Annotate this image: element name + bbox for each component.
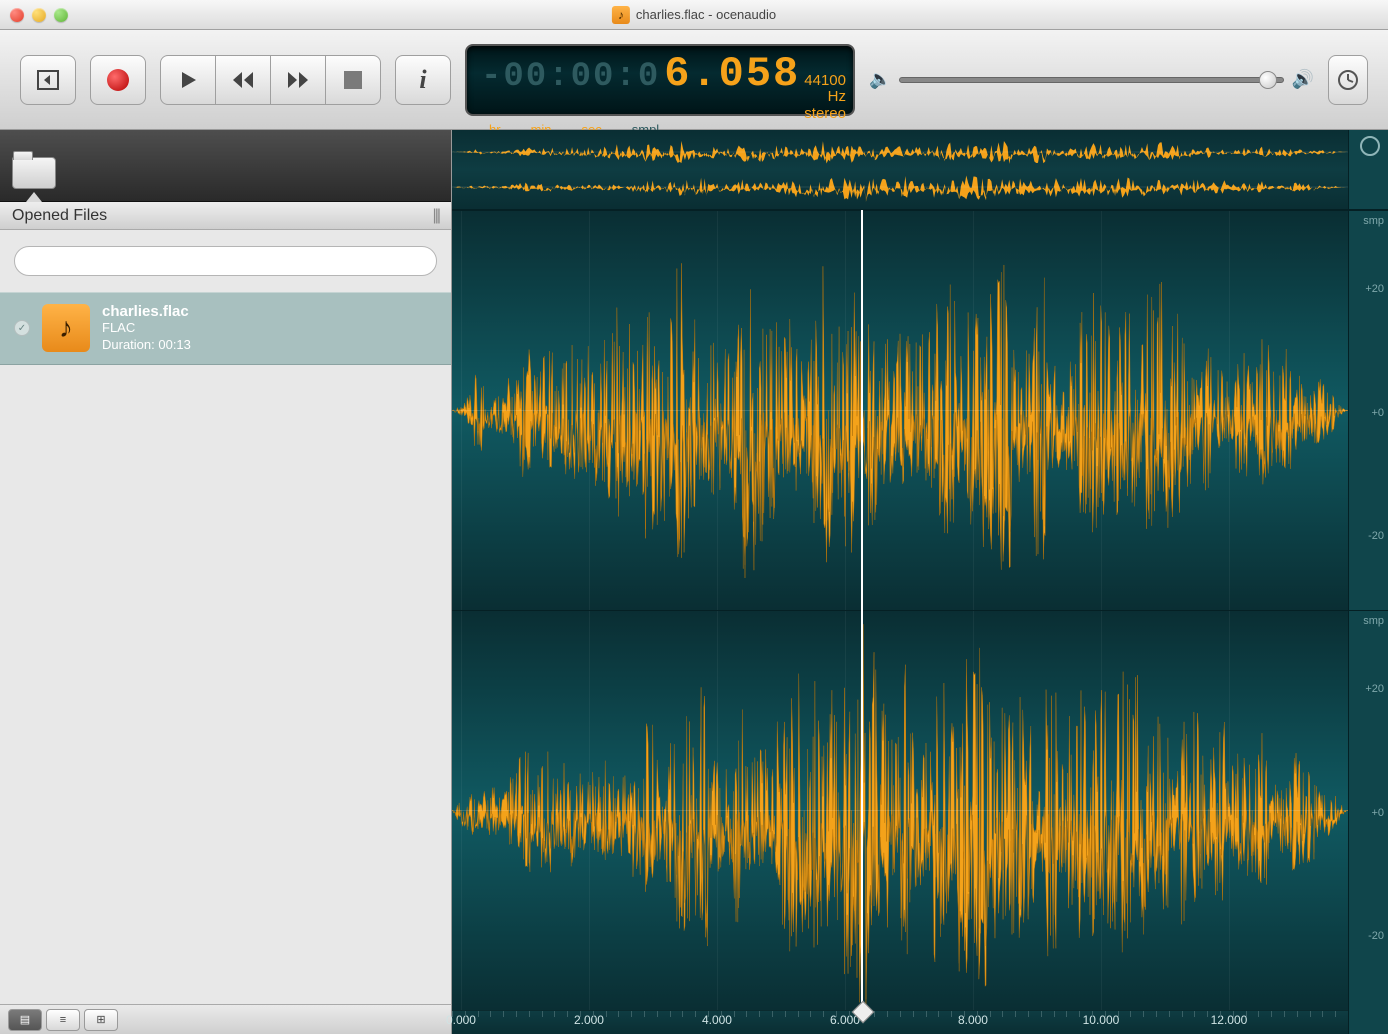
view-list-detail-button[interactable]: ▤: [8, 1009, 42, 1031]
info-icon: i: [419, 65, 426, 95]
time-tick: 4.000: [702, 1013, 732, 1027]
time-ruler[interactable]: 0.0002.0004.0006.0008.00010.00012.000: [452, 1010, 1348, 1034]
check-icon: ✓: [14, 320, 30, 336]
transport-group: [160, 55, 381, 105]
audio-file-icon: ♪: [42, 304, 90, 352]
waveform-area: 0.0002.0004.0006.0008.00010.00012.000: [452, 130, 1348, 1034]
file-duration: Duration: 00:13: [102, 337, 191, 354]
app-icon: ♪: [612, 6, 630, 24]
lcd-channels: stereo: [804, 106, 846, 123]
clock-icon: [1358, 134, 1382, 158]
time-tick: 2.000: [574, 1013, 604, 1027]
play-button[interactable]: [160, 55, 216, 105]
folder-icon: [12, 157, 56, 189]
minimize-icon[interactable]: [32, 8, 46, 22]
sidebar-grip-icon[interactable]: |||: [433, 207, 439, 225]
view-grid-button[interactable]: ⊞: [84, 1009, 118, 1031]
toggle-sidebar-button[interactable]: [20, 55, 76, 105]
time-tick: 10.000: [1083, 1013, 1120, 1027]
volume-slider[interactable]: [899, 77, 1283, 83]
time-tick: 0.000: [446, 1013, 476, 1027]
lcd-format-info: 44100 Hz stereo: [804, 73, 846, 123]
lcd-bright-time: 6.058: [664, 50, 800, 98]
waveform-channel-left[interactable]: [452, 210, 1348, 610]
sidebar-footer: ▤ ≡ ⊞: [0, 1004, 451, 1034]
fast-forward-button[interactable]: [270, 55, 326, 105]
waveform-channel-right[interactable]: [452, 610, 1348, 1010]
volume-thumb[interactable]: [1259, 71, 1277, 89]
clock-button[interactable]: [1328, 55, 1368, 105]
playhead[interactable]: [861, 210, 863, 1010]
zoom-icon[interactable]: [54, 8, 68, 22]
time-tick: 12.000: [1211, 1013, 1248, 1027]
window-titlebar: ♪ charlies.flac - ocenaudio: [0, 0, 1388, 30]
sidebar: Opened Files ||| 🔍 ✓ ♪ charlies.flac FLA…: [0, 130, 452, 1034]
volume-high-icon[interactable]: 🔊: [1292, 69, 1314, 90]
window-title: ♪ charlies.flac - ocenaudio: [612, 6, 776, 24]
sidebar-header: Opened Files |||: [0, 202, 451, 230]
stop-icon: [344, 71, 362, 89]
close-icon[interactable]: [10, 8, 24, 22]
file-format: FLAC: [102, 320, 191, 337]
file-name: charlies.flac: [102, 303, 191, 320]
volume-control: 🔈 🔊: [869, 69, 1314, 90]
lcd-dim-time: -00:00:0: [481, 58, 660, 96]
sidebar-header-title: Opened Files: [12, 207, 107, 225]
volume-low-icon[interactable]: 🔈: [869, 69, 891, 90]
search-input[interactable]: [14, 246, 437, 276]
view-list-button[interactable]: ≡: [46, 1009, 80, 1031]
rewind-button[interactable]: [215, 55, 271, 105]
traffic-lights: [10, 8, 68, 22]
stop-button[interactable]: [325, 55, 381, 105]
sidebar-tabs: [0, 130, 451, 202]
record-icon: [107, 69, 129, 91]
overview-channel-left: [452, 136, 1348, 168]
file-meta: charlies.flac FLAC Duration: 00:13: [102, 303, 191, 354]
window-title-text: charlies.flac - ocenaudio: [636, 7, 776, 22]
info-button[interactable]: i: [395, 55, 451, 105]
time-tick: 8.000: [958, 1013, 988, 1027]
waveform-overview[interactable]: [452, 130, 1348, 210]
record-button[interactable]: [90, 55, 146, 105]
overview-channel-right: [452, 171, 1348, 203]
amplitude-ruler: smp +20 +0 -20 smp +20 +0 -20: [1348, 130, 1388, 1034]
tab-opened-files[interactable]: [12, 157, 66, 201]
list-item[interactable]: ✓ ♪ charlies.flac FLAC Duration: 00:13: [0, 292, 451, 365]
lcd-sample-rate: 44100 Hz: [804, 73, 846, 106]
main-toolbar: i -00:00:06.058 44100 Hz stereo hr min s…: [0, 30, 1388, 130]
file-list: ✓ ♪ charlies.flac FLAC Duration: 00:13: [0, 292, 451, 1004]
time-display: -00:00:06.058 44100 Hz stereo hr min sec…: [465, 44, 855, 116]
